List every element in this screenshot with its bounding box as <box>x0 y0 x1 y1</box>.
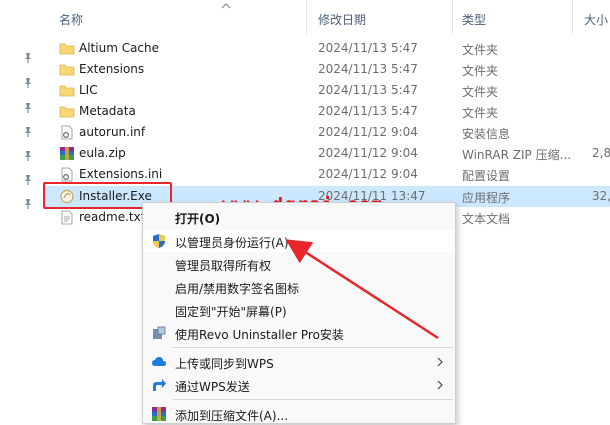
file-type: 安装信息 <box>462 127 511 141</box>
menu-item-label: 打开(O) <box>175 212 221 226</box>
file-date: 2024/11/13 5:47 <box>318 41 418 55</box>
menu-separator <box>173 399 453 400</box>
column-type-header[interactable]: 类型 <box>462 11 486 28</box>
menu-item-wps-upload[interactable]: 上传或同步到WPS <box>143 351 455 373</box>
uac-shield-icon <box>153 234 165 248</box>
file-date: 2024/11/12 9:04 <box>318 167 418 181</box>
file-name: eula.zip <box>79 146 126 160</box>
file-name: readme.txt <box>79 210 146 224</box>
column-divider[interactable] <box>572 0 573 34</box>
menu-item-open[interactable]: 打开(O) <box>143 206 455 228</box>
file-row[interactable]: Altium Cache 2024/11/13 5:47 文件夹 <box>44 38 610 59</box>
file-size: 32,8 <box>592 189 610 203</box>
quick-access-pins <box>0 0 44 424</box>
column-divider[interactable] <box>452 0 453 34</box>
file-name: Extensions.ini <box>79 167 163 181</box>
file-date: 2024/11/13 5:47 <box>318 62 418 76</box>
pin-icon[interactable] <box>22 77 34 89</box>
file-type: WinRAR ZIP 压缩... <box>462 148 572 162</box>
file-name: LIC <box>79 83 98 97</box>
pin-icon[interactable] <box>22 150 34 162</box>
menu-item-take-ownership[interactable]: 管理员取得所有权 <box>143 253 455 275</box>
wps-share-icon <box>153 379 166 391</box>
file-name: Extensions <box>79 62 145 76</box>
folder-icon <box>59 106 75 118</box>
column-divider[interactable] <box>306 0 307 34</box>
file-size: 2,8 <box>592 146 610 160</box>
file-type: 文本文档 <box>462 212 511 226</box>
winrar-icon <box>152 407 166 421</box>
file-type: 配置设置 <box>462 169 511 183</box>
winrar-zip-icon <box>60 147 74 160</box>
pin-icon[interactable] <box>22 174 34 186</box>
file-date: 2024/11/12 9:04 <box>318 125 418 139</box>
menu-separator <box>173 347 453 348</box>
pin-icon[interactable] <box>22 126 34 138</box>
sort-ascending-icon[interactable] <box>220 2 232 10</box>
folder-icon <box>59 85 75 97</box>
file-type: 文件夹 <box>462 43 499 57</box>
file-row[interactable]: Metadata 2024/11/13 5:47 文件夹 <box>44 101 610 122</box>
file-type: 文件夹 <box>462 64 499 78</box>
file-date: 2024/11/13 5:47 <box>318 104 418 118</box>
menu-item-label: 通过WPS发送 <box>175 380 250 394</box>
menu-item-add-to-archive[interactable]: 添加到压缩文件(A)... <box>143 403 455 425</box>
file-name: Altium Cache <box>79 41 160 55</box>
file-date: 2024/11/13 5:47 <box>318 83 418 97</box>
folder-icon <box>59 43 75 55</box>
menu-item-label: 以管理员身份运行(A) <box>175 236 289 250</box>
revo-uninstaller-icon <box>153 326 166 339</box>
wps-cloud-icon <box>152 357 166 366</box>
folder-icon <box>59 64 75 76</box>
menu-item-label: 启用/禁用数字签名图标 <box>175 282 300 296</box>
file-row[interactable]: LIC 2024/11/13 5:47 文件夹 <box>44 80 610 101</box>
file-name: Metadata <box>79 104 136 118</box>
pin-icon[interactable] <box>22 198 34 210</box>
settings-file-icon <box>61 125 73 140</box>
file-type: 应用程序 <box>462 191 511 205</box>
settings-file-icon <box>61 167 73 182</box>
menu-item-signature-icon[interactable]: 启用/禁用数字签名图标 <box>143 276 455 298</box>
column-name-header[interactable]: 名称 <box>59 11 83 28</box>
file-name: autorun.inf <box>79 125 146 139</box>
menu-item-label: 管理员取得所有权 <box>175 259 272 273</box>
menu-item-wps-send[interactable]: 通过WPS发送 <box>143 374 455 396</box>
menu-item-pin-to-start[interactable]: 固定到"开始"屏幕(P) <box>143 299 455 321</box>
column-size-header[interactable]: 大小 <box>584 11 608 28</box>
chevron-right-icon <box>437 357 443 367</box>
file-date: 2024/11/12 9:04 <box>318 146 418 160</box>
file-row[interactable]: eula.zip 2024/11/12 9:04 WinRAR ZIP 压缩..… <box>44 143 610 164</box>
pin-icon[interactable] <box>22 102 34 114</box>
text-file-icon <box>61 210 73 225</box>
file-type: 文件夹 <box>462 106 499 120</box>
context-menu: 打开(O) 以管理员身份运行(A) 管理员取得所有权 启用/禁用数字签名图标 固… <box>142 202 456 424</box>
file-type: 文件夹 <box>462 85 499 99</box>
menu-item-label: 上传或同步到WPS <box>175 357 274 371</box>
file-row[interactable]: autorun.inf 2024/11/12 9:04 安装信息 <box>44 122 610 143</box>
menu-item-label: 添加到压缩文件(A)... <box>175 409 289 423</box>
menu-item-label: 使用Revo Uninstaller Pro安装 <box>175 328 344 342</box>
file-row[interactable]: Extensions 2024/11/13 5:47 文件夹 <box>44 59 610 80</box>
menu-item-run-as-admin[interactable]: 以管理员身份运行(A) <box>143 230 455 252</box>
column-header: 名称 修改日期 类型 大小 <box>44 0 610 34</box>
pin-icon[interactable] <box>22 52 34 64</box>
menu-item-revo-install[interactable]: 使用Revo Uninstaller Pro安装 <box>143 322 455 344</box>
column-date-header[interactable]: 修改日期 <box>318 11 366 28</box>
menu-item-label: 固定到"开始"屏幕(P) <box>175 305 287 319</box>
chevron-right-icon <box>437 380 443 390</box>
